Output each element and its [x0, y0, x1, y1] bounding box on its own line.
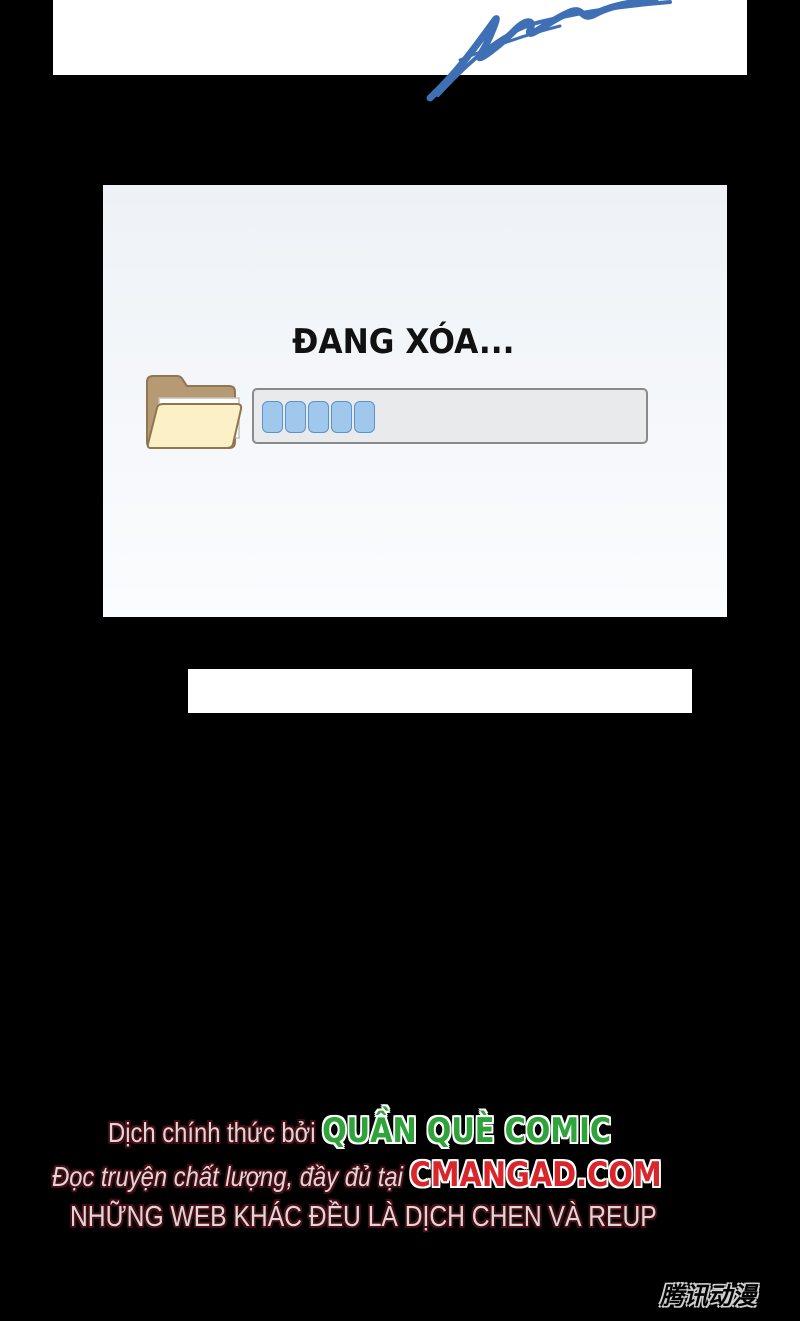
- credit-line-2-prefix: Đọc truyện chất lượng, đầy đủ tại: [52, 1161, 403, 1192]
- progress-segment: [262, 401, 283, 433]
- progress-segment: [354, 401, 375, 433]
- caption-bar: [188, 669, 692, 713]
- credit-line-3-text: NHỮNG WEB KHÁC ĐỀU LÀ DỊCH CHEN VÀ REUP: [70, 1201, 657, 1233]
- progress-segment: [308, 401, 329, 433]
- credit-line-2: Đọc truyện chất lượng, đầy đủ tại CMANGA…: [52, 1155, 769, 1195]
- progress-segment: [285, 401, 306, 433]
- watermark-logo: 腾讯动漫: [660, 1283, 756, 1310]
- credit-site-link[interactable]: CMANGAD.COM: [410, 1155, 662, 1195]
- progress-segment: [331, 401, 352, 433]
- credit-line-1-prefix: Dịch chính thức bởi: [108, 1117, 316, 1148]
- folder-icon: [146, 375, 243, 449]
- credit-group-name: QUẦN QUÈ COMIC: [322, 1111, 612, 1151]
- progress-bar: [252, 388, 648, 444]
- credit-line-1: Dịch chính thức bởi QUẦN QUÈ COMIC: [108, 1111, 700, 1151]
- credit-line-3: NHỮNG WEB KHÁC ĐỀU LÀ DỊCH CHEN VÀ REUP: [70, 1201, 760, 1234]
- dialog-title: ĐANG XÓA...: [292, 322, 515, 362]
- signature-scribble: [426, 0, 672, 102]
- progress-fill: [262, 401, 375, 433]
